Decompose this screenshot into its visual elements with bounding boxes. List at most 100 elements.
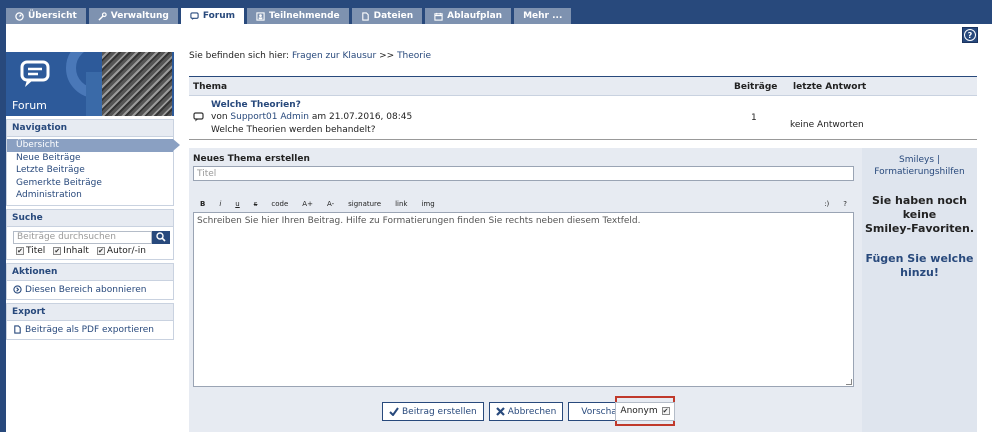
tab-label: Teilnehmende (269, 11, 340, 21)
export-box: Export Beiträge als PDF exportieren (6, 302, 174, 340)
topic-author-link[interactable]: Support01 Admin (230, 112, 309, 122)
topic-by: von (211, 112, 228, 122)
nav-item-gemerkte-beitraege[interactable]: Gemerkte Beiträge (7, 177, 173, 190)
anonymous-highlight: Anonym ✔ (615, 396, 675, 426)
header-beitraege: Beiträge (734, 82, 778, 92)
checkbox-checked-icon[interactable]: ✔ (661, 407, 670, 415)
smileys-link[interactable]: Smileys | (862, 154, 977, 166)
toolbar-right: :) ? (817, 200, 854, 208)
option-label: Inhalt (63, 245, 89, 256)
topic-meta: von Support01 Admin am 21.07.2016, 08:45 (211, 112, 412, 122)
subscribe-label: Diesen Bereich abonnieren (25, 284, 147, 295)
nav-item-administration[interactable]: Administration (7, 189, 173, 202)
font-bigger-button[interactable]: A+ (295, 200, 320, 208)
export-pdf-link[interactable]: Beiträge als PDF exportieren (7, 321, 173, 339)
search-row: Beiträge durchsuchen (13, 230, 170, 244)
tab-teilnehmende[interactable]: Teilnehmende (247, 8, 349, 24)
forum-bubble-icon (20, 60, 50, 87)
checkbox-checked-icon[interactable]: ✔ (53, 246, 62, 255)
tab-label: Ablaufplan (447, 11, 503, 21)
code-button[interactable]: code (264, 200, 295, 208)
anonymous-checkbox-field[interactable]: Anonym ✔ (615, 401, 675, 421)
option-label: Autor/-in (106, 245, 146, 256)
option-titel[interactable]: ✔ Titel (16, 246, 45, 256)
breadcrumb-link-fragen[interactable]: Fragen zur Klausur (292, 51, 376, 61)
header-thema: Thema (193, 82, 228, 92)
topic-title-input[interactable]: Titel (193, 166, 854, 181)
topic-title-link[interactable]: Welche Theorien? (211, 100, 301, 110)
table-row: Welche Theorien? von Support01 Admin am … (189, 96, 977, 140)
bold-button[interactable]: B (193, 200, 212, 208)
add-favorites-line1: Fügen Sie welche (865, 252, 974, 265)
search-input[interactable]: Beiträge durchsuchen (13, 230, 152, 244)
no-favorites-line1: Sie haben noch keine (872, 194, 967, 221)
close-icon (495, 407, 505, 416)
smiley-panel: Smileys | Formatierungshilfen Sie haben … (862, 148, 977, 432)
chat-bubble-icon (190, 11, 199, 20)
anonymous-label: Anonym (620, 406, 658, 416)
wrench-icon (98, 11, 107, 21)
tab-uebersicht[interactable]: Übersicht (6, 8, 86, 24)
strike-button[interactable]: s (247, 200, 265, 208)
person-card-icon (256, 11, 265, 21)
create-post-button[interactable]: Beitrag erstellen (382, 402, 484, 421)
page-content: ? Forum Navigation Übersicht Neue Beiträ… (6, 24, 992, 432)
nav-item-neue-beitraege[interactable]: Neue Beiträge (7, 152, 173, 165)
editor-heading: Neues Thema erstellen (193, 154, 310, 164)
create-post-label: Beitrag erstellen (402, 406, 477, 417)
tab-ablaufplan[interactable]: Ablaufplan (425, 8, 512, 24)
tab-dateien[interactable]: Dateien (351, 8, 423, 24)
cancel-button[interactable]: Abbrechen (488, 402, 564, 421)
cancel-label: Abbrechen (507, 406, 557, 417)
editor-buttons: Beitrag erstellen Abbrechen Vorschau (382, 402, 636, 421)
navigation-box: Navigation Übersicht Neue Beiträge Letzt… (6, 119, 180, 206)
option-inhalt[interactable]: ✔ Inhalt (53, 246, 89, 256)
breadcrumb-link-theorie[interactable]: Theorie (397, 51, 431, 61)
link-button[interactable]: link (388, 200, 414, 208)
smiley-links: Smileys | Formatierungshilfen (862, 154, 977, 178)
signature-button[interactable]: signature (341, 200, 388, 208)
no-favorites-message: Sie haben noch keine Smiley-Favoriten. (862, 194, 977, 236)
navigation-heading: Navigation (7, 120, 173, 137)
formatting-help-link[interactable]: Formatierungshilfen (862, 166, 977, 178)
image-button[interactable]: img (414, 200, 441, 208)
smiley-button[interactable]: :) (817, 200, 836, 208)
checkmark-icon (389, 407, 399, 416)
option-autor[interactable]: ✔ Autor/-in (96, 245, 146, 256)
navigation-list: Übersicht Neue Beiträge Letzte Beiträge … (7, 137, 180, 205)
add-favorites-link[interactable]: Fügen Sie welche hinzu! (862, 252, 977, 280)
actions-box: Aktionen Diesen Bereich abonnieren (6, 262, 174, 300)
format-help-button[interactable]: ? (836, 200, 854, 208)
subscribe-link[interactable]: Diesen Bereich abonnieren (7, 281, 173, 299)
tab-mehr[interactable]: Mehr ... (514, 8, 572, 24)
forum-header-image: Forum (6, 52, 174, 116)
underline-button[interactable]: u (228, 200, 246, 208)
checkbox-checked-icon[interactable]: ✔ (96, 246, 105, 255)
tab-forum[interactable]: Forum (180, 8, 245, 24)
add-favorites-line2: hinzu! (900, 266, 939, 279)
post-body-textarea[interactable]: Schreiben Sie hier Ihren Beitrag. Hilfe … (193, 212, 854, 387)
files-icon (361, 11, 369, 21)
resize-handle[interactable] (846, 379, 852, 385)
italic-button[interactable]: i (212, 200, 228, 208)
arrow-circle-icon (13, 285, 22, 294)
course-tabs: Übersicht Verwaltung Forum Teilnehmende … (6, 8, 572, 24)
tab-verwaltung[interactable]: Verwaltung (88, 8, 178, 24)
export-heading: Export (7, 303, 173, 321)
search-button[interactable] (152, 230, 170, 244)
top-navigation-bar: Übersicht Verwaltung Forum Teilnehmende … (0, 0, 992, 24)
calendar-icon (434, 12, 443, 21)
nav-item-uebersicht[interactable]: Übersicht (7, 139, 180, 152)
search-options: ✔ Titel ✔ Inhalt ✔ Autor/-in (7, 244, 173, 259)
font-smaller-button[interactable]: A- (320, 200, 341, 208)
header-letzte-antwort: letzte Antwort (793, 82, 867, 92)
topic-date: am 21.07.2016, 08:45 (311, 112, 413, 122)
breadcrumb-prefix: Sie befinden sich hier: (189, 51, 290, 61)
option-label: Titel (26, 245, 46, 256)
nav-item-letzte-beitraege[interactable]: Letzte Beiträge (7, 164, 173, 177)
tab-label: Übersicht (28, 11, 77, 21)
format-toolbar: B i u s code A+ A- signature link img :)… (193, 197, 854, 210)
topics-table: Thema Beiträge letzte Antwort Welche The… (189, 76, 977, 140)
checkbox-checked-icon[interactable]: ✔ (16, 246, 24, 255)
topic-post-count: 1 (751, 113, 757, 123)
